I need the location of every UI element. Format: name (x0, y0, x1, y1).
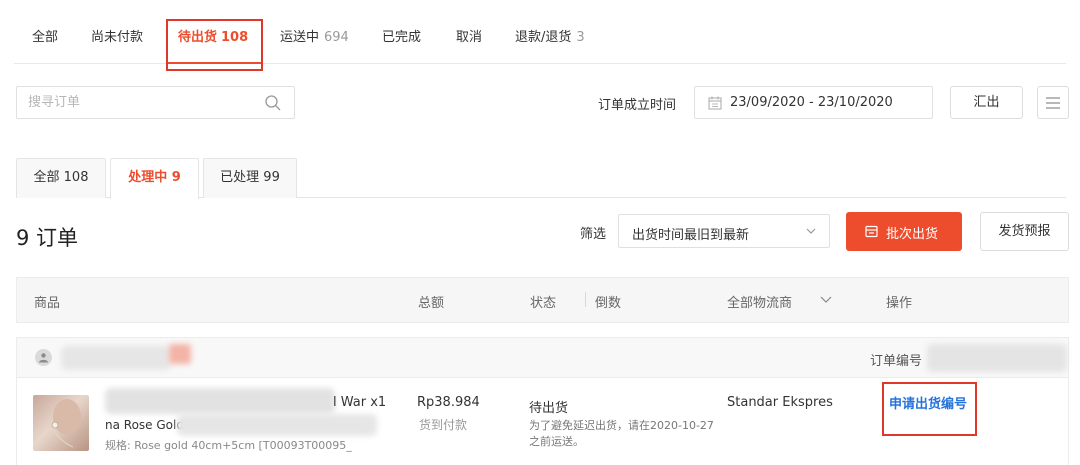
search-input[interactable] (17, 87, 247, 118)
print-icon (865, 225, 878, 238)
product-name-fragment: na Rose Gold (105, 418, 184, 432)
user-icon (39, 353, 48, 363)
status-tab-label: 全部 (32, 30, 59, 45)
chevron-down-icon (806, 228, 816, 234)
sub-tab-label: 已处理 (220, 170, 260, 185)
sub-tab-processing[interactable]: 处理中 9 (110, 158, 199, 199)
redacted-order-number (927, 344, 1067, 372)
carrier-filter-dropdown[interactable]: 全部物流商 (727, 292, 792, 311)
status-tab-count: 108 (221, 30, 249, 45)
product-name-tail: l War x1 (333, 395, 387, 410)
redacted-product-name (105, 388, 335, 414)
order-search-box (16, 86, 295, 119)
status-tab-refund[interactable]: 退款/退货 3 (515, 26, 585, 45)
date-range-picker[interactable]: 23/09/2020 - 23/10/2020 (694, 86, 933, 119)
status-tab-label: 退款/退货 (515, 30, 572, 45)
col-header-product: 商品 (34, 296, 61, 311)
status-tab-count: 3 (576, 30, 585, 45)
shipping-deadline-note: 为了避免延迟出货，请在2020-10-27之前运送。 (529, 419, 714, 448)
calendar-icon (708, 96, 722, 110)
column-divider (585, 292, 586, 307)
menu-icon (1046, 97, 1060, 109)
search-icon[interactable] (264, 94, 282, 112)
sub-tab-count: 108 (63, 170, 89, 185)
col-header-actions: 操作 (886, 296, 913, 311)
order-status: 待出货 (529, 401, 569, 416)
status-tab-count: 694 (324, 30, 349, 45)
order-card: 订单编号 l War x1 na Rose Gold 规格: Rose gold… (16, 337, 1069, 465)
active-tab-underline (168, 62, 261, 64)
status-tab-label: 运送中 (280, 30, 320, 45)
order-table-header: 商品 总额 状态 倒数 全部物流商 操作 (16, 277, 1069, 323)
date-range-value: 23/09/2020 - 23/10/2020 (730, 95, 893, 110)
redacted-product-name-line2 (177, 414, 377, 436)
status-tab-label: 已完成 (382, 30, 422, 45)
product-spec: 规格: Rose gold 40cm+5cm [T00093T00095_ (105, 439, 352, 452)
batch-ship-label: 批次出货 (886, 227, 939, 242)
col-header-total: 总额 (418, 296, 445, 311)
redacted-buyer-name (61, 346, 171, 370)
order-count-heading: 9 订单 (16, 226, 79, 250)
sub-tab-label: 处理中 (128, 170, 168, 185)
order-total: Rp38.984 (417, 395, 480, 410)
sort-filter-value: 出货时间最旧到最新 (632, 228, 750, 243)
filter-label: 筛选 (580, 227, 607, 242)
date-filter-label: 订单成立时间 (598, 98, 677, 113)
avatar (35, 349, 52, 366)
payment-method: 货到付款 (419, 418, 468, 432)
col-header-countdown: 倒数 (595, 296, 622, 311)
status-tab-all[interactable]: 全部 (32, 26, 58, 45)
redacted-buyer-badge (169, 344, 191, 364)
column-settings-button[interactable] (1037, 86, 1069, 119)
ship-notice-button[interactable]: 发货预报 (980, 212, 1069, 251)
status-tab-label: 待出货 (178, 30, 218, 45)
export-button[interactable]: 汇出 (950, 86, 1023, 119)
status-tab-completed[interactable]: 已完成 (382, 26, 421, 45)
status-tab-label: 尚未付款 (91, 30, 144, 45)
sub-tab-processed[interactable]: 已处理 99 (203, 158, 297, 198)
status-tab-cancelled[interactable]: 取消 (456, 26, 482, 45)
chevron-down-icon[interactable] (820, 296, 832, 304)
order-status-tabs: 全部 尚未付款 待出货 108 运送中 694 已完成 取消 退款/退货 3 (14, 18, 1066, 64)
sub-tab-all[interactable]: 全部 108 (16, 158, 106, 198)
sub-tab-label: 全部 (33, 170, 60, 185)
sort-filter-select[interactable]: 出货时间最旧到最新 (618, 214, 830, 248)
order-card-header: 订单编号 (17, 338, 1068, 378)
request-tracking-number-link[interactable]: 申请出货编号 (889, 393, 967, 412)
status-tab-to-ship[interactable]: 待出货 108 (178, 26, 248, 45)
status-tab-unpaid[interactable]: 尚未付款 (91, 26, 143, 45)
col-header-status: 状态 (530, 296, 557, 311)
processing-sub-tabs: 全部 108 处理中 9 已处理 99 (16, 158, 1066, 199)
sub-tab-count: 99 (263, 170, 280, 185)
batch-ship-button[interactable]: 批次出货 (846, 212, 962, 251)
product-image (51, 399, 81, 448)
status-tab-shipping[interactable]: 运送中 694 (280, 26, 349, 45)
product-thumbnail[interactable] (33, 395, 89, 451)
status-tab-label: 取消 (456, 30, 483, 45)
sub-tab-count: 9 (171, 170, 181, 185)
logistics-carrier: Standar Ekspres (727, 395, 833, 410)
order-number-label: 订单编号 (870, 354, 923, 369)
